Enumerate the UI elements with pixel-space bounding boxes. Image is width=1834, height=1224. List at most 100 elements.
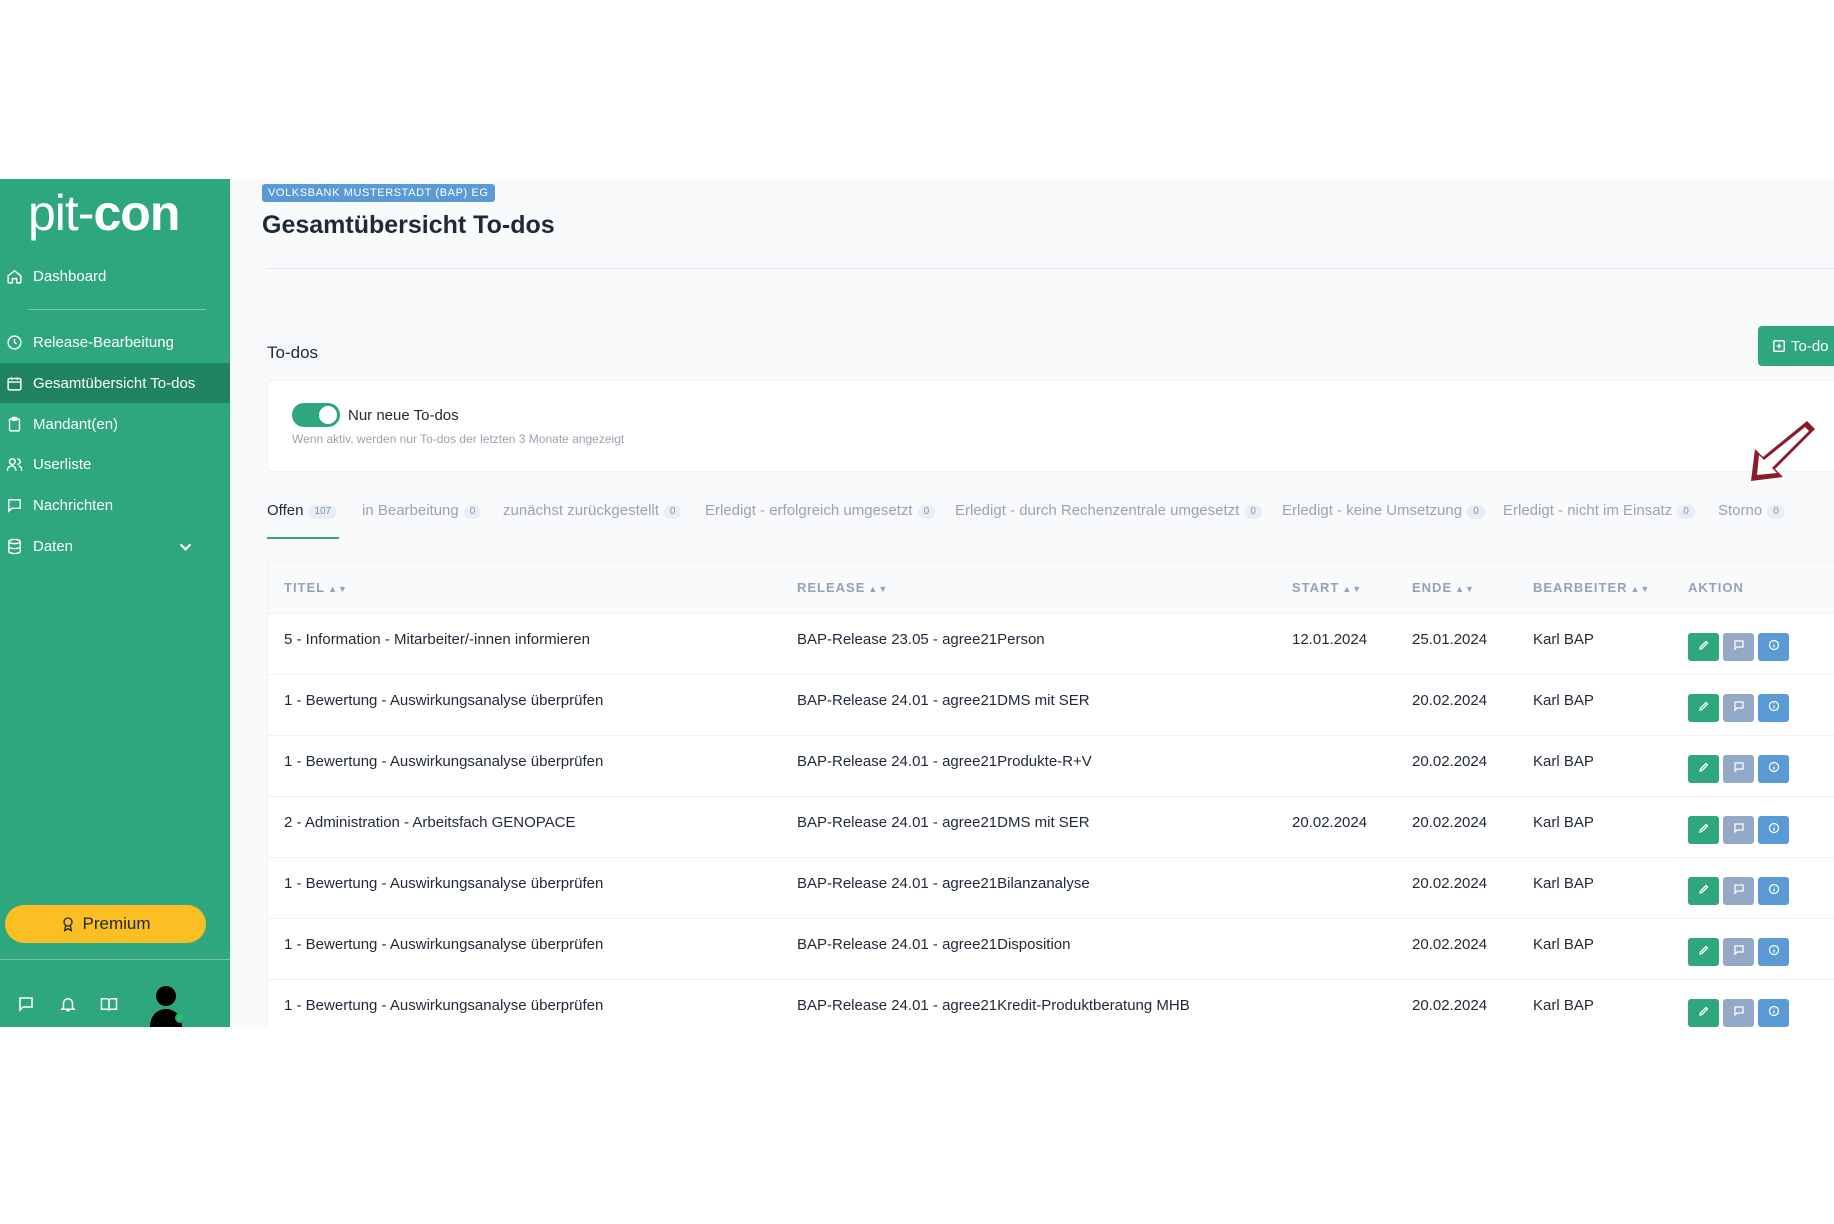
sidebar-item-label: Userliste [33, 455, 92, 473]
edit-button[interactable] [1688, 632, 1719, 661]
edit-button[interactable] [1688, 998, 1719, 1027]
comment-button[interactable] [1723, 876, 1754, 905]
sidebar-divider [28, 309, 206, 310]
table-row[interactable]: 1 - Bewertung - Auswirkungsanalyse überp… [268, 979, 1834, 1027]
sidebar-item-gesamtuebersicht[interactable]: Gesamtübersicht To-dos [0, 363, 230, 403]
info-button[interactable] [1758, 754, 1789, 783]
tab-in-bearbeitung[interactable]: in Bearbeitung 0 [362, 495, 482, 539]
tab-storno[interactable]: Storno 0 [1718, 495, 1785, 539]
info-button[interactable] [1758, 632, 1789, 661]
column-header-bearbeiter[interactable]: BEARBEITER ▲▼ [1517, 562, 1672, 613]
table-row[interactable]: 2 - Administration - Arbeitsfach GENOPAC… [268, 796, 1834, 857]
cell-release: BAP-Release 24.01 - agree21Bilanzanalyse [797, 874, 1090, 892]
info-button[interactable] [1758, 815, 1789, 844]
row-actions [1688, 997, 1834, 1027]
sidebar-item-label: Gesamtübersicht To-dos [33, 374, 196, 392]
todos-table: TITEL ▲▼ RELEASE ▲▼ START ▲▼ ENDE ▲▼ BEARBEI… [268, 562, 1834, 1027]
info-button[interactable] [1758, 937, 1789, 966]
premium-button[interactable]: Premium [5, 905, 206, 943]
table-row[interactable]: 1 - Bewertung - Auswirkungsanalyse überp… [268, 674, 1834, 735]
sidebar-item-release-bearbeitung[interactable]: Release-Bearbeitung [0, 322, 230, 362]
tab-count-badge: 0 [1244, 505, 1262, 519]
info-button[interactable] [1758, 693, 1789, 722]
edit-button[interactable] [1688, 693, 1719, 722]
app-window: pit-con Dashboard Release-Bearbeitung Ge… [0, 179, 1834, 1027]
edit-button[interactable] [1688, 754, 1719, 783]
table-row[interactable]: 1 - Bewertung - Auswirkungsanalyse überp… [268, 857, 1834, 918]
header-divider [266, 268, 1834, 269]
info-button[interactable] [1758, 998, 1789, 1027]
column-header-ende[interactable]: ENDE ▲▼ [1396, 562, 1517, 613]
tab-label: Erledigt - keine Umsetzung [1282, 502, 1463, 519]
avatar[interactable] [148, 983, 185, 1027]
calendar-icon [7, 376, 22, 391]
comment-icon [1733, 760, 1745, 777]
tab-label: Storno [1718, 502, 1763, 519]
info-button[interactable] [1758, 876, 1789, 905]
book-icon[interactable] [100, 995, 118, 1013]
users-icon [6, 457, 23, 471]
row-actions [1688, 814, 1834, 844]
tab-rechenzentrale-umgesetzt[interactable]: Erledigt - durch Rechenzentrale umgesetz… [955, 495, 1262, 539]
column-header-release[interactable]: RELEASE ▲▼ [781, 562, 1276, 613]
tab-keine-umsetzung[interactable]: Erledigt - keine Umsetzung 0 [1282, 495, 1485, 539]
sort-icon: ▲▼ [1455, 583, 1475, 594]
sidebar: pit-con Dashboard Release-Bearbeitung Ge… [0, 179, 230, 1027]
section-title: To-dos [267, 343, 319, 362]
toggle-knob [319, 406, 337, 424]
column-header-label: START [1292, 579, 1340, 595]
cell-ende: 25.01.2024 [1412, 630, 1488, 648]
row-actions [1688, 631, 1834, 661]
edit-button[interactable] [1688, 876, 1719, 905]
add-todo-button[interactable]: To-do [1758, 326, 1834, 366]
sidebar-item-mandanten[interactable]: Mandant(en) [0, 404, 230, 444]
comment-icon [1733, 882, 1745, 899]
comment-button[interactable] [1723, 998, 1754, 1027]
info-icon [1768, 760, 1780, 777]
comment-button[interactable] [1723, 815, 1754, 844]
cell-bearbeiter: Karl BAP [1533, 996, 1594, 1014]
table-row[interactable]: 1 - Bewertung - Auswirkungsanalyse überp… [268, 735, 1834, 796]
sidebar-item-label: Mandant(en) [33, 415, 119, 433]
sort-icon: ▲▼ [868, 583, 889, 594]
comment-button[interactable] [1723, 693, 1754, 722]
bell-icon[interactable] [59, 995, 77, 1013]
comment-button[interactable] [1723, 754, 1754, 783]
column-header-start[interactable]: START ▲▼ [1276, 562, 1396, 613]
comment-button[interactable] [1723, 937, 1754, 966]
new-todos-toggle[interactable] [292, 403, 340, 427]
info-icon [1768, 943, 1780, 960]
comment-button[interactable] [1723, 632, 1754, 661]
cell-titel: 1 - Bewertung - Auswirkungsanalyse überp… [284, 874, 604, 892]
annotation-arrow-icon [1751, 421, 1815, 481]
cell-aktion [1672, 674, 1834, 735]
table-row[interactable]: 5 - Information - Mitarbeiter/-innen inf… [268, 613, 1834, 674]
sidebar-item-dashboard[interactable]: Dashboard [0, 256, 230, 296]
toggle-hint: Wenn aktiv, werden nur To-dos der letzte… [292, 432, 625, 446]
comment-icon [1733, 638, 1745, 655]
cell-titel: 1 - Bewertung - Auswirkungsanalyse überp… [284, 935, 604, 953]
cell-aktion [1672, 735, 1834, 796]
cell-release: BAP-Release 23.05 - agree21Person [797, 630, 1045, 648]
table-row[interactable]: 1 - Bewertung - Auswirkungsanalyse überp… [268, 918, 1834, 979]
tab-offen[interactable]: Offen 107 [267, 495, 339, 539]
column-header-titel[interactable]: TITEL ▲▼ [268, 562, 781, 613]
tab-zurueckgestellt[interactable]: zunächst zurückgestellt 0 [503, 495, 682, 539]
tab-nicht-im-einsatz[interactable]: Erledigt - nicht im Einsatz 0 [1503, 495, 1695, 539]
column-header-label: BEARBEITER [1533, 579, 1628, 595]
edit-button[interactable] [1688, 815, 1719, 844]
online-status-dot [175, 1013, 185, 1023]
sidebar-item-userliste[interactable]: Userliste [0, 444, 230, 484]
info-icon [1768, 699, 1780, 716]
sidebar-item-daten[interactable]: Daten [0, 526, 230, 566]
tab-count-badge: 0 [917, 505, 936, 519]
cell-release: BAP-Release 24.01 - agree21DMS mit SER [797, 691, 1090, 709]
chat-icon[interactable] [17, 995, 35, 1013]
edit-button[interactable] [1688, 937, 1719, 966]
brand-logo[interactable]: pit-con [28, 183, 180, 243]
tab-erfolgreich-umgesetzt[interactable]: Erledigt - erfolgreich umgesetzt 0 [705, 495, 936, 539]
tab-count-badge: 0 [463, 505, 482, 519]
pencil-icon [1698, 943, 1710, 960]
clipboard-icon [8, 416, 21, 432]
sidebar-item-nachrichten[interactable]: Nachrichten [0, 485, 230, 525]
